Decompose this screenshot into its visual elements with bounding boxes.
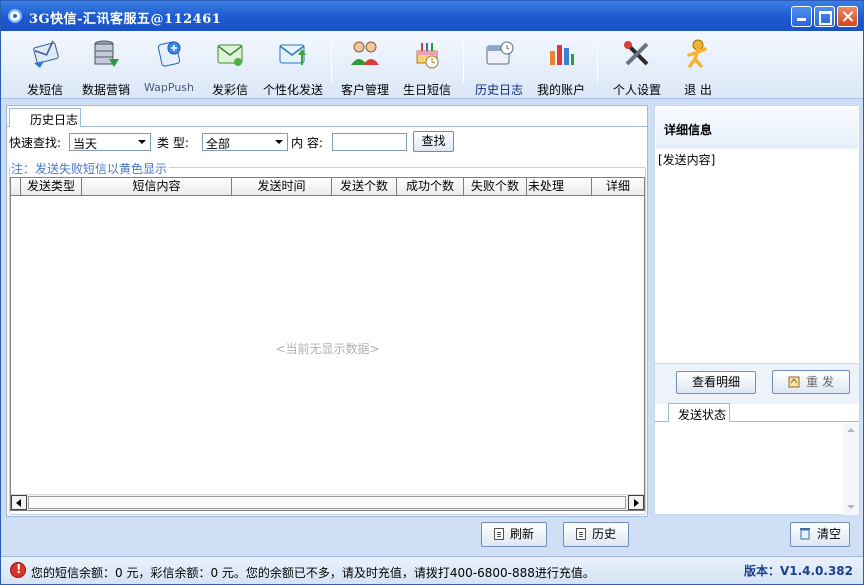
personal-mail-icon [279,44,306,65]
database-icon [94,40,119,67]
minimize-button[interactable] [791,6,812,27]
version-label: 版本：V1.4.0.382 [743,564,853,578]
toolbar-history-log[interactable]: 历史日志 [469,35,529,97]
horizontal-scrollbar[interactable] [11,494,644,510]
toolbar-my-account[interactable]: 我的账户 [533,35,589,97]
failed-sms-note: 注：发送失败短信以黄色显示 [11,160,170,177]
app-window: 3G快信-汇讯客服五@112461 发短信 数据营销 WapPush 发彩信 个… [0,0,864,585]
tab-strip-line [6,126,648,127]
trash-icon [799,528,810,540]
quick-search-select[interactable]: 当天 [69,133,151,151]
history-grid[interactable]: 发送类型 短信内容 发送时间 发送个数 成功个数 失败个数 未处理 详细 <当前… [10,177,645,511]
detail-title: 详细信息 [664,123,713,137]
quick-search-label: 快速查找: [9,136,62,150]
app-logo-icon [8,9,22,23]
scroll-down-icon[interactable] [843,500,859,515]
history-button[interactable]: 历史 [563,522,629,547]
column-header[interactable]: 发送类型 [21,178,82,196]
toolbar-label: 发短信 [26,83,63,97]
resend-label: 重 发 [806,375,834,389]
scroll-right-icon[interactable] [628,495,644,510]
toolbar-label: 数据营销 [81,83,130,97]
maximize-button[interactable] [814,6,835,27]
clear-button[interactable]: 清空 [790,522,850,547]
detail-content: [发送内容] [658,153,716,167]
type-value: 全部 [206,137,231,151]
toolbar-separator [331,43,332,83]
search-button[interactable]: 查找 [413,131,454,152]
toolbar-separator [597,43,598,83]
chevron-down-icon [271,135,286,149]
main-toolbar: 发短信 数据营销 WapPush 发彩信 个性化发送 客户管理 生日短信 历史日… [1,31,863,99]
window-title: 3G快信-汇讯客服五@112461 [29,12,222,27]
type-label: 类 型: [157,136,189,150]
toolbar-label: 我的账户 [536,83,585,97]
close-button[interactable] [837,6,858,27]
toolbar-birthday-sms[interactable]: 生日短信 [399,35,455,97]
tools-icon [624,41,649,66]
column-header[interactable]: 发送个数 [332,178,397,196]
exit-figure-icon [687,39,707,68]
calendar-clock-icon [486,41,514,65]
toolbar-customer-management[interactable]: 客户管理 [337,35,393,97]
clear-label: 清空 [816,527,841,541]
mms-envelope-icon [217,44,243,66]
scroll-up-icon[interactable] [843,423,859,438]
resend-button[interactable]: 重 发 [772,370,850,394]
document-icon [493,528,504,540]
wap-push-icon [157,41,181,67]
title-bar[interactable]: 3G快信-汇讯客服五@112461 [1,1,863,31]
type-select[interactable]: 全部 [202,133,288,151]
scroll-thumb[interactable] [28,496,626,509]
content-search-input[interactable] [332,133,407,151]
toolbar-label: 生日短信 [402,83,451,97]
column-header[interactable]: 详细 [592,178,644,196]
scroll-left-icon[interactable] [11,495,27,510]
refresh-label: 刷新 [509,527,534,541]
chevron-down-icon [134,135,149,149]
toolbar-personal-settings[interactable]: 个人设置 [607,35,667,97]
toolbar-label: 历史日志 [474,83,523,97]
column-header[interactable]: 失败个数 [464,178,527,196]
toolbar-send-mms[interactable]: 发彩信 [205,35,255,97]
toolbar-data-marketing[interactable]: 数据营销 [77,35,135,97]
warning-icon [10,562,26,578]
view-detail-button[interactable]: 查看明细 [676,371,756,394]
envelope-arrow-icon [33,40,59,68]
toolbar-exit[interactable]: 退 出 [673,35,723,97]
customers-icon [351,41,379,65]
status-bar: 您的短信余额：0 元，彩信余额：0 元。您的余额已不多，请及时充值，请拨打400… [1,556,863,584]
toolbar-label: 客户管理 [340,83,389,97]
balance-message: 您的短信余额：0 元，彩信余额：0 元。您的余额已不多，请及时充值，请拨打400… [31,566,595,580]
toolbar-personalized-send[interactable]: 个性化发送 [259,35,327,97]
toolbar-label: 个人设置 [612,83,661,97]
toolbar-label: 退 出 [684,83,712,97]
quick-search-value: 当天 [73,137,98,151]
column-header[interactable]: 成功个数 [397,178,464,196]
toolbar-label: 个性化发送 [262,83,323,97]
birthday-cake-icon [416,43,439,69]
refresh-button[interactable]: 刷新 [481,522,547,547]
toolbar-separator [463,43,464,83]
document-icon [575,528,586,540]
content-label: 内 容: [291,136,323,150]
status-vertical-scrollbar[interactable] [843,423,859,515]
bar-chart-icon [550,45,574,65]
column-header[interactable]: 未处理 [527,178,592,196]
toolbar-label: 发彩信 [211,83,248,97]
column-header[interactable]: 发送时间 [232,178,332,196]
toolbar-label: WapPush [143,81,194,94]
empty-data-message: <当前无显示数据> [275,342,380,356]
history-label: 历史 [591,527,616,541]
resend-icon [788,376,800,388]
grid-header: 发送类型 短信内容 发送时间 发送个数 成功个数 失败个数 未处理 详细 [11,178,644,196]
toolbar-wappush[interactable]: WapPush [141,35,197,95]
row-indicator-column [11,178,21,196]
tab-send-status[interactable]: 发送状态 [668,403,730,422]
tab-history-log[interactable]: 历史日志 [9,108,81,127]
toolbar-send-sms[interactable]: 发短信 [19,35,71,97]
column-header[interactable]: 短信内容 [82,178,232,196]
